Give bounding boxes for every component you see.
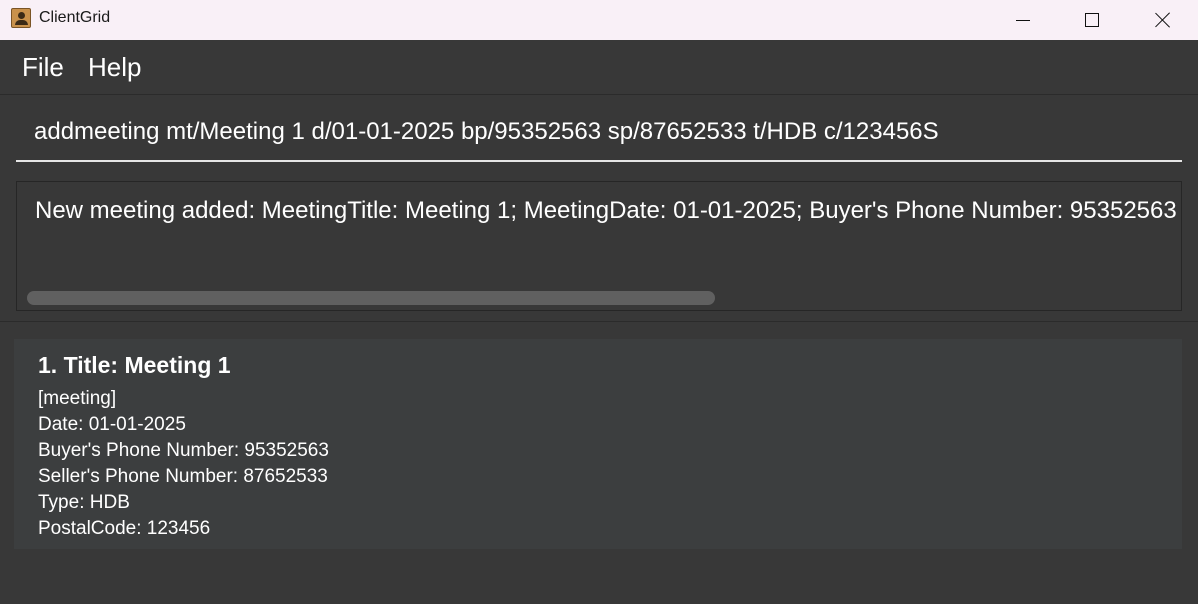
window-title: ClientGrid	[39, 9, 111, 26]
close-button[interactable]	[1140, 0, 1186, 40]
postal-code: PostalCode: 123456	[38, 518, 211, 539]
property-type: Type: HDB	[38, 492, 130, 513]
menu-file[interactable]: File	[22, 52, 64, 83]
maximize-icon	[1085, 13, 1099, 27]
menu-help[interactable]: Help	[88, 52, 141, 83]
minimize-button[interactable]	[1000, 0, 1046, 40]
result-display: New meeting added: MeetingTitle: Meeting…	[16, 181, 1182, 311]
maximize-button[interactable]	[1069, 0, 1115, 40]
meeting-date: Date: 01-01-2025	[38, 414, 186, 435]
command-input[interactable]	[16, 104, 1182, 162]
meeting-tag: [meeting]	[38, 388, 117, 409]
horizontal-scrollbar[interactable]	[27, 291, 715, 305]
close-icon	[1155, 12, 1171, 28]
minimize-icon	[1016, 19, 1030, 21]
contact-book-icon	[11, 8, 31, 28]
meeting-title: 1. Title: Meeting 1	[38, 352, 231, 378]
buyer-phone: Buyer's Phone Number: 95352563	[38, 440, 329, 461]
result-message: New meeting added: MeetingTitle: Meeting…	[35, 197, 1177, 224]
title-bar: ClientGrid	[0, 0, 1198, 40]
meeting-list-panel: 1. Title: Meeting 1 [meeting] Date: 01-0…	[0, 321, 1198, 604]
meeting-card[interactable]: 1. Title: Meeting 1 [meeting] Date: 01-0…	[14, 339, 1182, 549]
command-box	[0, 96, 1198, 176]
menu-bar: File Help	[0, 40, 1198, 95]
seller-phone: Seller's Phone Number: 87652533	[38, 466, 328, 487]
